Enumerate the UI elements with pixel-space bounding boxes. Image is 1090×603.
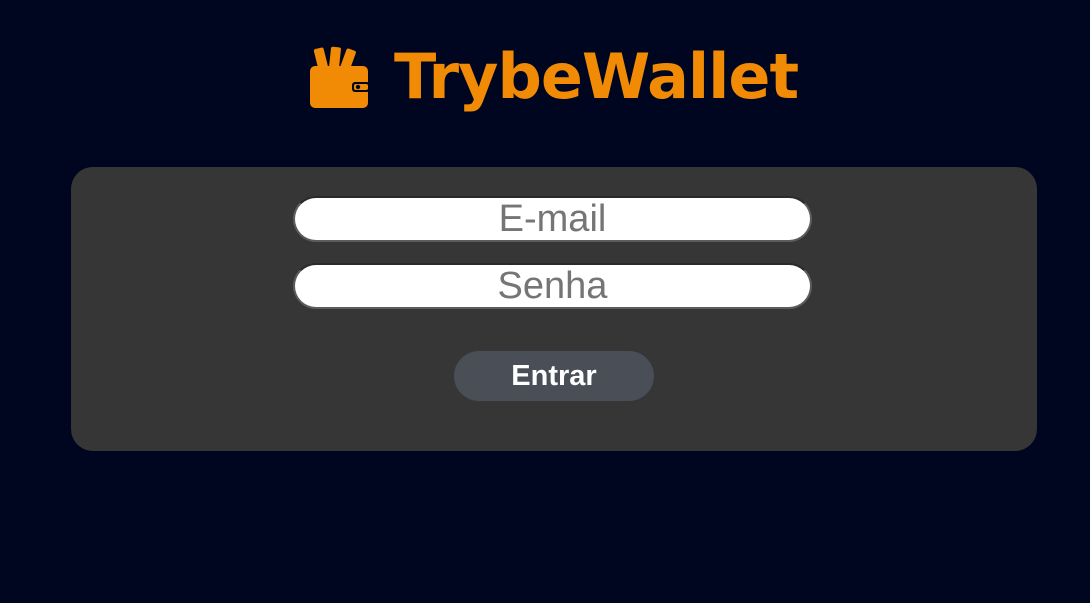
login-panel: Entrar — [71, 167, 1037, 451]
email-input[interactable] — [293, 196, 812, 242]
password-input[interactable] — [293, 263, 812, 309]
brand-logo: TrybeWallet — [308, 38, 799, 118]
wallet-icon — [308, 46, 372, 110]
login-button[interactable]: Entrar — [454, 351, 654, 401]
brand-name: TrybeWallet — [394, 40, 799, 113]
page-header: TrybeWallet — [0, 0, 1090, 150]
